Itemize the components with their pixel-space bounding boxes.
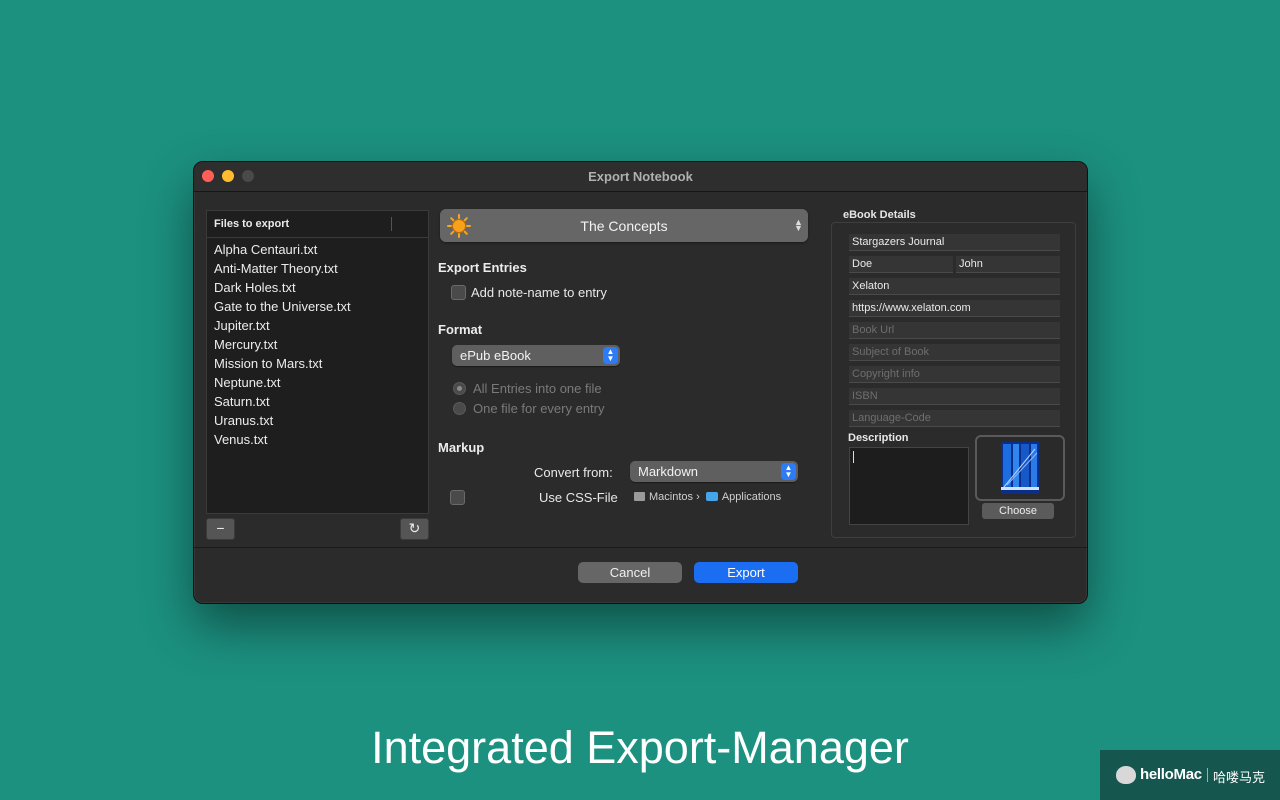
refresh-icon[interactable]: ↻ [400,518,429,540]
hard-drive-icon [634,492,645,501]
export-notebook-window: Export Notebook Files to export Alpha Ce… [193,161,1088,604]
list-item[interactable]: Mission to Mars.txt [207,354,428,373]
language-code-field[interactable]: Language-Code [849,410,1060,427]
list-item[interactable]: Venus.txt [207,430,428,449]
watermark: helloMac 哈喽马克 [1100,750,1280,800]
list-item[interactable]: Neptune.txt [207,373,428,392]
isbn-field[interactable]: ISBN [849,388,1060,405]
notebook-select[interactable]: The Concepts ▲ ▼ [440,209,808,242]
text-caret [853,451,854,463]
radio-all-entries-one-file[interactable] [453,382,466,395]
list-item[interactable]: Saturn.txt [207,392,428,411]
cancel-button[interactable]: Cancel [578,562,682,583]
list-item[interactable]: Alpha Centauri.txt [207,240,428,259]
export-button[interactable]: Export [694,562,798,583]
copyright-field[interactable]: Copyright info [849,366,1060,383]
css-file-path[interactable]: Macintos › Applications [634,491,781,503]
watermark-chinese: 哈喽马克 [1213,770,1266,785]
convert-from-select[interactable]: Markdown ▲ ▼ [630,461,798,482]
book-url-field[interactable]: Book Url [849,322,1060,339]
convert-from-value: Markdown [638,464,698,479]
description-textarea[interactable] [849,447,969,525]
convert-from-label: Convert from: [534,465,613,480]
radio-one-file-every-entry-label[interactable]: One file for every entry [473,401,605,416]
format-heading: Format [438,322,483,337]
path-folder-label: Applications [721,491,782,503]
list-item[interactable]: Mercury.txt [207,335,428,354]
author-first-name-field[interactable]: John [956,256,1060,273]
path-drive-label: Macintos [649,491,694,503]
notebook-select-value: The Concepts [580,218,668,234]
use-css-label: Use CSS-File [539,490,618,505]
export-entries-heading: Export Entries [438,260,527,275]
markup-heading: Markup [438,440,485,455]
add-note-name-checkbox[interactable] [451,285,466,300]
list-item[interactable]: Dark Holes.txt [207,278,428,297]
files-list-header-label: Files to export [214,218,290,230]
book-cover-image [1001,442,1039,494]
list-item[interactable]: Jupiter.txt [207,316,428,335]
watermark-divider [1207,768,1208,782]
title-bar: Export Notebook [194,162,1087,192]
hellomac-logo-icon [1116,766,1136,784]
file-list: Alpha Centauri.txt Anti-Matter Theory.tx… [207,238,428,449]
cover-image-well[interactable] [975,435,1065,501]
add-note-name-label[interactable]: Add note-name to entry [471,285,607,300]
use-css-checkbox[interactable] [450,490,465,505]
footer-divider [194,547,1087,548]
column-divider [391,217,392,231]
description-label: Description [848,432,909,444]
files-list-panel: Files to export Alpha Centauri.txt Anti-… [206,210,429,514]
list-item[interactable]: Gate to the Universe.txt [207,297,428,316]
chevron-updown-icon: ▲ ▼ [794,217,803,233]
remove-file-button[interactable]: − [206,518,235,540]
list-item[interactable]: Anti-Matter Theory.txt [207,259,428,278]
choose-cover-button[interactable]: Choose [982,503,1054,519]
path-separator: › [696,491,700,503]
author-last-name-field[interactable]: Doe [849,256,953,273]
files-list-header[interactable]: Files to export [207,211,428,238]
publisher-field[interactable]: Xelaton [849,278,1060,295]
list-item[interactable]: Uranus.txt [207,411,428,430]
radio-all-entries-one-file-label[interactable]: All Entries into one file [473,381,602,396]
ebook-details-heading: eBook Details [843,209,916,221]
watermark-name: helloMac [1140,766,1202,783]
chevron-updown-icon: ▲ ▼ [603,347,618,364]
window-title: Export Notebook [588,169,693,184]
chevron-updown-icon: ▲ ▼ [781,463,796,480]
website-field[interactable]: https://www.xelaton.com [849,300,1060,317]
radio-one-file-every-entry[interactable] [453,402,466,415]
subject-field[interactable]: Subject of Book [849,344,1060,361]
folder-icon [705,492,718,501]
promo-caption: Integrated Export-Manager [371,722,909,773]
format-select[interactable]: ePub eBook ▲ ▼ [452,345,620,366]
format-select-value: ePub eBook [460,348,531,363]
book-title-field[interactable]: Stargazers Journal [849,234,1060,251]
